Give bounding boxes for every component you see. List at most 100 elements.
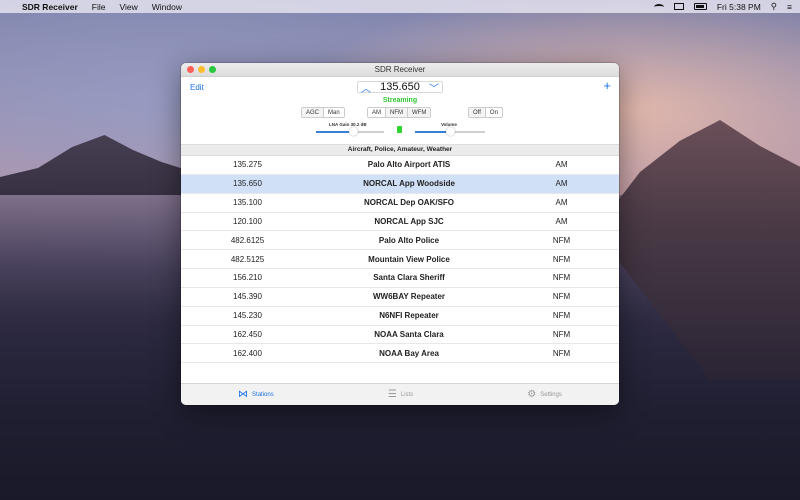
agc-option[interactable]: AGC — [302, 108, 325, 117]
station-name: NORCAL App Woodside — [363, 179, 455, 189]
title-bar: SDR Receiver — [181, 63, 619, 77]
station-freq: 162.400 — [233, 348, 262, 358]
station-mode: NFM — [552, 311, 571, 321]
station-row[interactable]: 156.210 Santa Clara Sheriff NFM — [181, 269, 619, 288]
am-option[interactable]: AM — [368, 108, 386, 117]
nfm-option[interactable]: NFM — [386, 108, 408, 117]
airplay-icon[interactable] — [673, 3, 684, 10]
station-name: N6NFI Repeater — [379, 311, 439, 321]
station-mode: AM — [555, 179, 568, 189]
tab-lists-label: Lists — [400, 391, 414, 398]
station-freq: 482.5125 — [230, 254, 265, 264]
gear-icon: ⚙ — [527, 389, 537, 400]
wifi-icon[interactable] — [653, 3, 664, 10]
receiver-controls: Streaming AGC Man AM NFM WFM Off On LNA … — [181, 97, 619, 144]
station-mode: NFM — [552, 235, 571, 245]
menu-view[interactable]: View — [119, 2, 137, 12]
volume-slider[interactable] — [415, 127, 485, 136]
audio-toggle-segment: Off On — [468, 107, 503, 118]
station-mode: NFM — [552, 254, 571, 264]
station-freq: 145.390 — [233, 292, 262, 302]
streaming-status: Streaming — [382, 97, 418, 104]
station-freq: 156.210 — [233, 273, 262, 283]
station-freq: 120.100 — [233, 216, 262, 226]
app-window: SDR Receiver Edit ︿ 135.650 ﹀ + Streamin… — [181, 63, 619, 405]
menu-app-name[interactable]: SDR Receiver — [22, 2, 78, 12]
menu-window[interactable]: Window — [152, 2, 182, 12]
antenna-icon: ⋈ — [238, 389, 249, 400]
station-mode: AM — [555, 198, 568, 208]
station-row[interactable]: 162.400 NOAA Bay Area NFM — [181, 344, 619, 363]
frequency-display[interactable]: 135.650 — [374, 81, 426, 93]
gain-mode-segment: AGC Man — [301, 107, 345, 118]
station-freq: 162.450 — [233, 330, 262, 340]
station-mode: NFM — [552, 330, 571, 340]
station-name: Mountain View Police — [368, 254, 450, 264]
station-name: Palo Alto Police — [378, 235, 440, 245]
add-station-button[interactable]: + — [603, 78, 611, 93]
frequency-up-button[interactable]: ︿ — [358, 82, 374, 95]
station-mode: NFM — [552, 273, 571, 283]
on-option[interactable]: On — [485, 108, 502, 117]
station-row[interactable]: 135.100 NORCAL Dep OAK/SFO AM — [181, 194, 619, 213]
station-row[interactable]: 135.650 NORCAL App Woodside AM — [181, 174, 619, 194]
tab-bar: ⋈ Stations ☰ Lists ⚙ Settings — [181, 383, 619, 405]
station-name: NORCAL Dep OAK/SFO — [363, 198, 455, 208]
signal-indicator — [397, 126, 402, 133]
station-mode: NFM — [552, 292, 571, 302]
gain-slider[interactable] — [316, 127, 384, 136]
station-row[interactable]: 145.390 WW6BAY Repeater NFM — [181, 288, 619, 307]
station-row[interactable]: 482.6125 Palo Alto Police NFM — [181, 231, 619, 251]
tab-stations-label: Stations — [252, 391, 274, 398]
toolbar: Edit ︿ 135.650 ﹀ + — [181, 77, 619, 97]
search-icon[interactable]: ⚲ — [771, 1, 777, 12]
menu-file[interactable]: File — [92, 2, 106, 12]
station-name: NOAA Santa Clara — [374, 330, 444, 340]
station-name: NOAA Bay Area — [379, 348, 439, 358]
station-row[interactable]: 135.275 Palo Alto Airport ATIS AM — [181, 156, 619, 175]
station-table: 135.275 Palo Alto Airport ATIS AM 135.650 NO… — [181, 156, 619, 363]
modulation-segment: AM NFM WFM — [367, 107, 432, 118]
volume-slider-fill — [415, 131, 450, 133]
edit-button[interactable]: Edit — [190, 83, 204, 92]
clock[interactable]: Fri 5:38 PM — [717, 2, 761, 12]
station-freq: 482.6125 — [230, 235, 265, 245]
station-row[interactable]: 162.450 NOAA Santa Clara NFM — [181, 326, 619, 345]
frequency-down-button[interactable]: ﹀ — [426, 82, 442, 95]
tab-stations[interactable]: ⋈ Stations — [238, 389, 274, 400]
station-name: NORCAL App SJC — [374, 216, 444, 226]
manual-option[interactable]: Man — [324, 108, 344, 117]
station-mode: AM — [555, 216, 568, 226]
wallpaper-island-left — [0, 135, 190, 195]
gain-slider-fill — [316, 131, 354, 133]
list-icon: ☰ — [387, 389, 397, 400]
station-freq: 145.230 — [233, 311, 262, 321]
gain-label: LNA Gain 30.2 dB — [329, 122, 367, 127]
station-row[interactable]: 120.100 NORCAL App SJC AM — [181, 213, 619, 232]
station-name: Palo Alto Airport ATIS — [367, 160, 451, 170]
wfm-option[interactable]: WFM — [408, 108, 431, 117]
station-freq: 135.275 — [233, 160, 262, 170]
station-row[interactable]: 482.5125 Mountain View Police NFM — [181, 250, 619, 270]
off-option[interactable]: Off — [469, 108, 486, 117]
window-controls — [187, 66, 216, 73]
control-center-icon[interactable]: ≡ — [787, 2, 792, 12]
frequency-control: ︿ 135.650 ﹀ — [357, 81, 443, 95]
zoom-button[interactable] — [209, 66, 216, 73]
station-mode: AM — [555, 160, 568, 170]
station-row[interactable]: 145.230 N6NFI Repeater NFM — [181, 307, 619, 326]
tab-lists[interactable]: ☰ Lists — [388, 389, 413, 400]
chevron-up-icon: ︿ — [361, 83, 371, 95]
close-button[interactable] — [187, 66, 194, 73]
minimize-button[interactable] — [198, 66, 205, 73]
tab-settings-label: Settings — [540, 391, 562, 398]
gain-slider-knob[interactable] — [349, 127, 359, 136]
station-freq: 135.650 — [233, 179, 262, 189]
battery-icon[interactable] — [693, 3, 707, 10]
station-name: Santa Clara Sheriff — [373, 273, 445, 283]
tab-settings[interactable]: ⚙ Settings — [527, 389, 562, 400]
station-mode: NFM — [552, 348, 571, 358]
volume-slider-knob[interactable] — [446, 127, 455, 136]
window-title: SDR Receiver — [374, 65, 426, 74]
menu-bar: SDR Receiver File View Window Fri 5:38 P… — [0, 0, 800, 13]
